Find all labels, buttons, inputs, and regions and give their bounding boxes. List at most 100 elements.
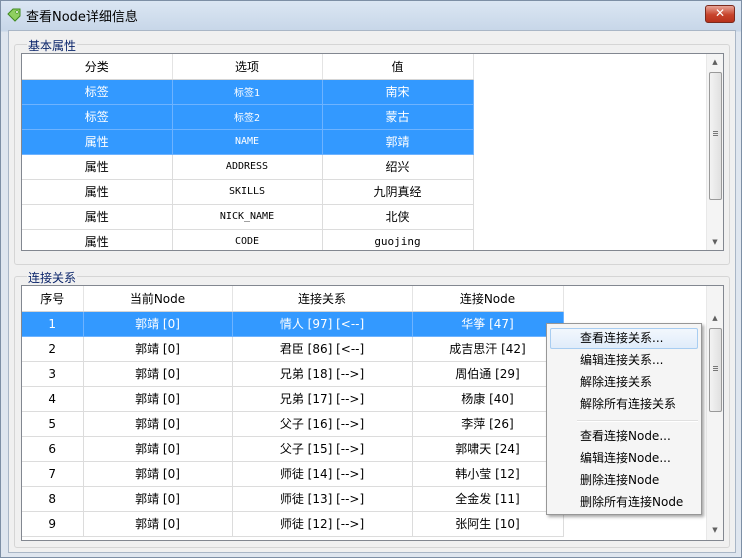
- cell-cur[interactable]: 郭靖 [0]: [83, 361, 233, 387]
- cell-no[interactable]: 1: [22, 311, 84, 337]
- menu-item[interactable]: 编辑连接关系...: [550, 350, 698, 371]
- cell-target[interactable]: 全金发 [11]: [412, 486, 564, 512]
- cell-rel[interactable]: 情人 [97] [<--]: [232, 311, 413, 337]
- cell-opt[interactable]: NAME: [172, 129, 323, 155]
- menu-item[interactable]: 查看连接Node...: [550, 426, 698, 447]
- table-row[interactable]: 属性 CODE guojing: [22, 229, 474, 250]
- cell-rel[interactable]: 师徒 [13] [-->]: [232, 486, 413, 512]
- table-row[interactable]: 7 郭靖 [0] 师徒 [14] [-->] 韩小莹 [12]: [22, 461, 564, 487]
- cell-rel[interactable]: 父子 [15] [-->]: [232, 436, 413, 462]
- cell-cat[interactable]: 属性: [22, 179, 173, 205]
- cell-cur[interactable]: 郭靖 [0]: [83, 486, 233, 512]
- table-row[interactable]: 属性 NAME 郭靖: [22, 129, 474, 155]
- cell-target[interactable]: 郭啸天 [24]: [412, 436, 564, 462]
- cell-no[interactable]: 4: [22, 386, 84, 412]
- scroll-down-arrow-icon[interactable]: ▼: [707, 234, 723, 250]
- cell-val[interactable]: 九阴真经: [322, 179, 474, 205]
- properties-grid[interactable]: 分类 选项值 标签 标签1 南宋 标签 标签2 蒙古 属性 NAME 郭靖 属性 ADDRESS 绍兴属…: [21, 53, 724, 251]
- cell-no[interactable]: 6: [22, 436, 84, 462]
- column-header[interactable]: 选项: [172, 54, 323, 80]
- cell-rel[interactable]: 师徒 [12] [-->]: [232, 511, 413, 537]
- cell-val[interactable]: 南宋: [322, 79, 474, 105]
- table-row[interactable]: 标签 标签2 蒙古: [22, 104, 474, 130]
- cell-target[interactable]: 李萍 [26]: [412, 411, 564, 437]
- cell-no[interactable]: 8: [22, 486, 84, 512]
- cell-val[interactable]: 蒙古: [322, 104, 474, 130]
- cell-cat[interactable]: 标签: [22, 104, 173, 130]
- menu-item[interactable]: 删除连接Node: [550, 470, 698, 491]
- table-row[interactable]: 属性 SKILLS 九阴真经: [22, 179, 474, 205]
- cell-cur[interactable]: 郭靖 [0]: [83, 411, 233, 437]
- cell-cur[interactable]: 郭靖 [0]: [83, 436, 233, 462]
- tag-icon: [7, 8, 21, 22]
- cell-target[interactable]: 华筝 [47]: [412, 311, 564, 337]
- cell-cat[interactable]: 属性: [22, 229, 173, 250]
- table-row[interactable]: 属性 NICK_NAME 北侠: [22, 204, 474, 230]
- menu-item[interactable]: 解除连接关系: [550, 372, 698, 393]
- cell-no[interactable]: 2: [22, 336, 84, 362]
- cell-target[interactable]: 成吉思汗 [42]: [412, 336, 564, 362]
- table-row[interactable]: 3 郭靖 [0] 兄弟 [18] [-->] 周伯通 [29]: [22, 361, 564, 387]
- table-row[interactable]: 标签 标签1 南宋: [22, 79, 474, 105]
- cell-cur[interactable]: 郭靖 [0]: [83, 511, 233, 537]
- cell-no[interactable]: 5: [22, 411, 84, 437]
- cell-val[interactable]: 绍兴: [322, 154, 474, 180]
- cell-opt[interactable]: 标签2: [172, 104, 323, 130]
- cell-opt[interactable]: NICK_NAME: [172, 204, 323, 230]
- table-row[interactable]: 6 郭靖 [0] 父子 [15] [-->] 郭啸天 [24]: [22, 436, 564, 462]
- cell-val[interactable]: guojing: [322, 229, 474, 250]
- cell-opt[interactable]: CODE: [172, 229, 323, 250]
- title-bar[interactable]: 查看Node详细信息 ✕: [1, 1, 741, 29]
- table-row[interactable]: 4 郭靖 [0] 兄弟 [17] [-->] 杨康 [40]: [22, 386, 564, 412]
- menu-item[interactable]: 解除所有连接关系: [550, 394, 698, 415]
- cell-opt[interactable]: SKILLS: [172, 179, 323, 205]
- cell-cat[interactable]: 标签: [22, 79, 173, 105]
- scroll-thumb[interactable]: [709, 72, 722, 200]
- close-button[interactable]: ✕: [705, 5, 735, 23]
- table-row[interactable]: 属性 ADDRESS 绍兴: [22, 154, 474, 180]
- scroll-up-arrow-icon[interactable]: ▲: [707, 310, 723, 326]
- column-header[interactable]: 分类: [22, 54, 173, 80]
- cell-rel[interactable]: 父子 [16] [-->]: [232, 411, 413, 437]
- cell-no[interactable]: 9: [22, 511, 84, 537]
- cell-no[interactable]: 3: [22, 361, 84, 387]
- cell-target[interactable]: 周伯通 [29]: [412, 361, 564, 387]
- cell-no[interactable]: 7: [22, 461, 84, 487]
- menu-item[interactable]: 删除所有连接Node: [550, 492, 698, 513]
- cell-rel[interactable]: 师徒 [14] [-->]: [232, 461, 413, 487]
- cell-rel[interactable]: 兄弟 [17] [-->]: [232, 386, 413, 412]
- cell-target[interactable]: 杨康 [40]: [412, 386, 564, 412]
- column-header[interactable]: 序号: [22, 286, 84, 312]
- scroll-down-arrow-icon[interactable]: ▼: [707, 522, 723, 538]
- cell-cur[interactable]: 郭靖 [0]: [83, 336, 233, 362]
- cell-cat[interactable]: 属性: [22, 154, 173, 180]
- table-row[interactable]: 8 郭靖 [0] 师徒 [13] [-->] 全金发 [11]: [22, 486, 564, 512]
- column-header[interactable]: 连接Node: [412, 286, 564, 312]
- table-row[interactable]: 2 郭靖 [0] 君臣 [86] [<--] 成吉思汗 [42]: [22, 336, 564, 362]
- table-row[interactable]: 9 郭靖 [0] 师徒 [12] [-->] 张阿生 [10]: [22, 511, 564, 537]
- menu-item[interactable]: 查看连接关系...: [550, 328, 698, 349]
- cell-val[interactable]: 北侠: [322, 204, 474, 230]
- cell-val[interactable]: 郭靖: [322, 129, 474, 155]
- cell-target[interactable]: 张阿生 [10]: [412, 511, 564, 537]
- column-header[interactable]: 连接关系: [232, 286, 413, 312]
- cell-cur[interactable]: 郭靖 [0]: [83, 461, 233, 487]
- cell-target[interactable]: 韩小莹 [12]: [412, 461, 564, 487]
- cell-cat[interactable]: 属性: [22, 204, 173, 230]
- scroll-thumb[interactable]: [709, 328, 722, 412]
- column-header[interactable]: 当前Node: [83, 286, 233, 312]
- scroll-up-arrow-icon[interactable]: ▲: [707, 54, 723, 70]
- column-header[interactable]: 值: [322, 54, 474, 80]
- cell-opt[interactable]: 标签1: [172, 79, 323, 105]
- cell-rel[interactable]: 君臣 [86] [<--]: [232, 336, 413, 362]
- cell-cur[interactable]: 郭靖 [0]: [83, 386, 233, 412]
- table-row[interactable]: 1 郭靖 [0] 情人 [97] [<--] 华筝 [47]: [22, 311, 564, 337]
- table-row[interactable]: 5 郭靖 [0] 父子 [16] [-->] 李萍 [26]: [22, 411, 564, 437]
- cell-cat[interactable]: 属性: [22, 129, 173, 155]
- relations-scrollbar[interactable]: ▲ ▼: [706, 286, 723, 540]
- cell-opt[interactable]: ADDRESS: [172, 154, 323, 180]
- cell-rel[interactable]: 兄弟 [18] [-->]: [232, 361, 413, 387]
- cell-cur[interactable]: 郭靖 [0]: [83, 311, 233, 337]
- properties-scrollbar[interactable]: ▲ ▼: [706, 54, 723, 250]
- menu-item[interactable]: 编辑连接Node...: [550, 448, 698, 469]
